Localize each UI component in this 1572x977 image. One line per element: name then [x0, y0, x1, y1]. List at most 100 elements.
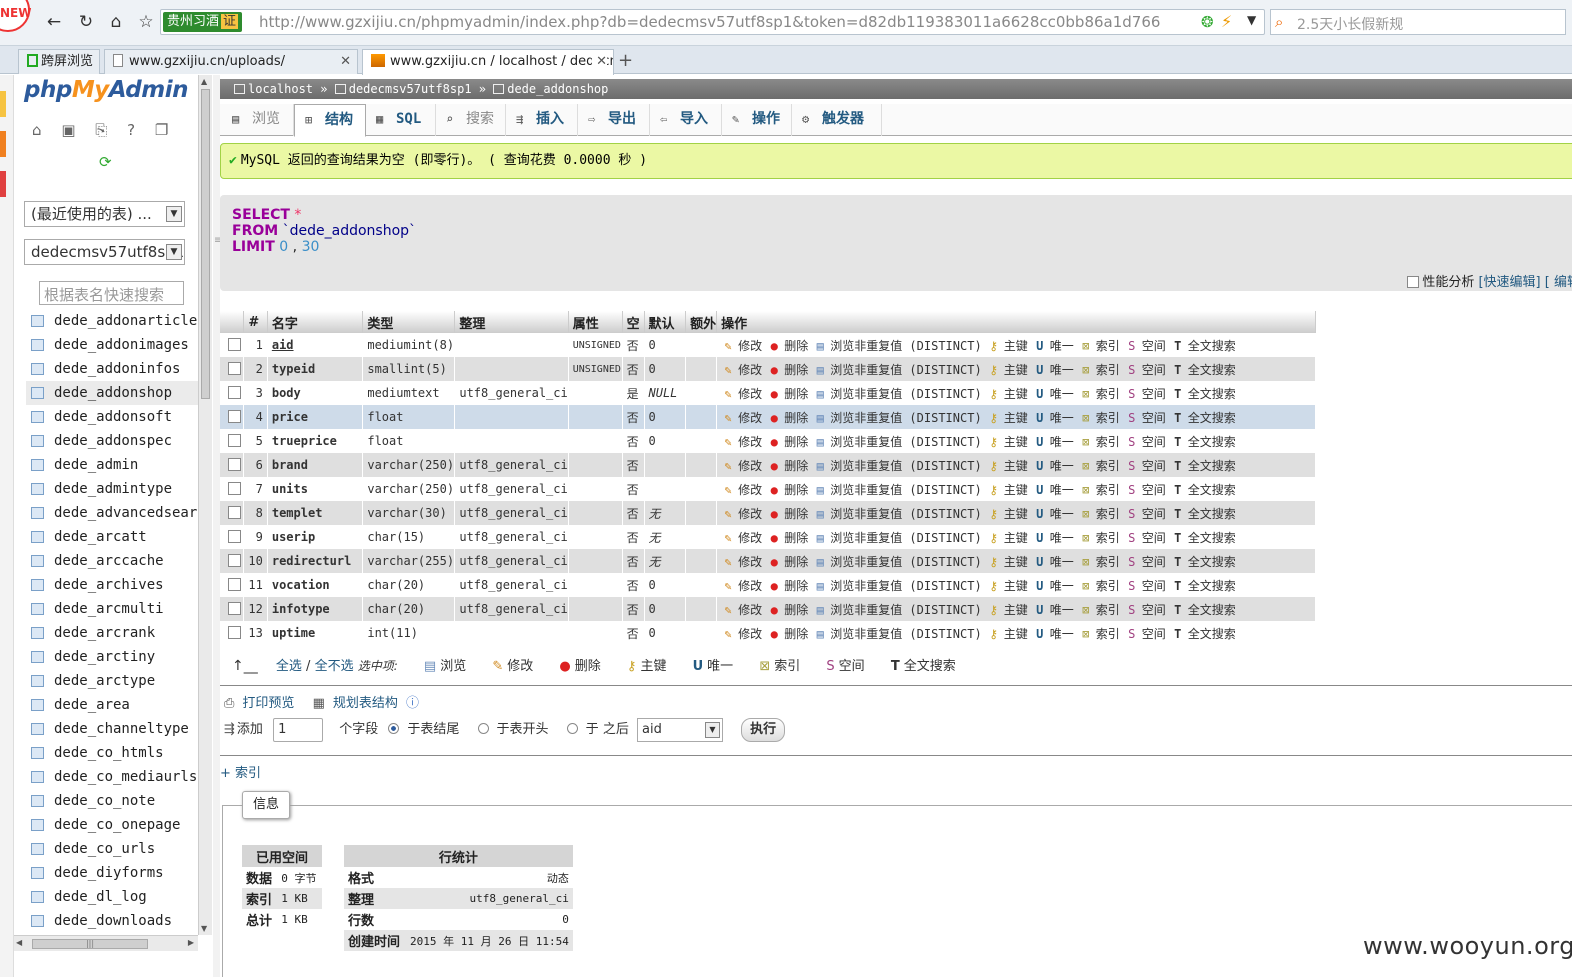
spatial-link[interactable]: S 空间	[1125, 577, 1166, 594]
home-icon[interactable]: ⌂	[32, 121, 42, 139]
row-checkbox[interactable]	[228, 410, 241, 423]
table-icon[interactable]	[31, 627, 44, 639]
spatial-link[interactable]: S 空间	[1125, 553, 1166, 570]
table-row[interactable]: 12 infotype char(20) utf8_general_ci 否 0 ✎ 修改 ● 删…	[220, 597, 1316, 621]
table-name[interactable]: dede_admin	[54, 457, 138, 473]
header-null[interactable]: 空	[622, 311, 645, 333]
bulk-primary-button[interactable]: 主键	[640, 659, 666, 674]
tab-browse[interactable]: ▤ 浏览	[222, 104, 294, 136]
edit-link[interactable]: ✎ 修改	[721, 433, 763, 450]
tab-insert[interactable]: ⇶ 插入	[506, 104, 578, 136]
table-icon[interactable]	[31, 603, 44, 615]
spatial-link[interactable]: S 空间	[1125, 385, 1166, 402]
after-radio[interactable]	[566, 723, 578, 734]
unique-link[interactable]: U 唯一	[1033, 361, 1074, 378]
index-link[interactable]: ⊠ 索引	[1079, 505, 1120, 522]
primary-link[interactable]: ⚷ 主键	[987, 625, 1027, 642]
table-row[interactable]: 3 body mediumtext utf8_general_ci 是 NULL ✎ 修改 ● 删…	[220, 381, 1316, 405]
table-list-item[interactable]: dede_advancedsearch	[26, 501, 198, 525]
table-list-item[interactable]: dede_addonsoft	[26, 405, 198, 429]
table-list-item[interactable]: dede_arcatt	[26, 525, 198, 549]
bulk-browse-button[interactable]: 浏览	[440, 659, 466, 674]
table-row[interactable]: 10 redirecturl varchar(255) utf8_general_ci…	[220, 549, 1316, 573]
index-link[interactable]: ⊠ 索引	[1079, 361, 1120, 378]
row-checkbox[interactable]	[228, 482, 241, 495]
table-list-item[interactable]: dede_channeltype	[26, 717, 198, 741]
breadcrumb-table[interactable]: dede_addonshop	[507, 82, 608, 96]
tab-triggers[interactable]: ⚙ 触发器	[792, 104, 882, 136]
table-list-item[interactable]: dede_arctiny	[26, 645, 198, 669]
lightning-icon[interactable]: ⚡	[1221, 12, 1232, 31]
index-link[interactable]: ⊠ 索引	[1079, 601, 1120, 618]
at-begin-radio[interactable]	[477, 723, 489, 734]
uncheck-all-link[interactable]: 全不选	[315, 659, 354, 674]
table-name[interactable]: dede_co_urls	[54, 841, 155, 857]
tab-cross-screen[interactable]: 跨屏浏览	[18, 49, 100, 74]
table-list-item[interactable]: dede_arccache	[26, 549, 198, 573]
table-list-item[interactable]: dede_addonarticle	[26, 309, 198, 333]
index-link[interactable]: ⊠ 索引	[1079, 529, 1120, 546]
table-name[interactable]: dede_downloads	[54, 913, 172, 929]
unique-link[interactable]: U 唯一	[1033, 409, 1074, 426]
tab-import[interactable]: ⇦ 导入	[650, 104, 722, 136]
edit-link[interactable]: ✎ 修改	[721, 457, 763, 474]
unique-link[interactable]: U 唯一	[1033, 625, 1074, 642]
table-row[interactable]: 4 price float 否 0 ✎ 修改 ● 删除 ▤ 浏览非重复值 (DISTINCT) ⚷ 主键…	[220, 405, 1316, 429]
table-icon[interactable]	[31, 339, 44, 351]
fulltext-link[interactable]: T 全文搜索	[1171, 433, 1236, 450]
sql-query-icon[interactable]: ⎘	[95, 121, 107, 139]
table-name[interactable]: dede_advancedsearch	[54, 505, 198, 521]
distinct-link[interactable]: ▤ 浏览非重复值 (DISTINCT)	[813, 385, 982, 402]
table-list-item[interactable]: dede_co_mediaurls	[26, 765, 198, 789]
bulk-unique-button[interactable]: 唯一	[707, 659, 733, 674]
table-name[interactable]: dede_co_note	[54, 793, 155, 809]
spatial-link[interactable]: S 空间	[1125, 433, 1166, 450]
table-row[interactable]: 5 trueprice float 否 0 ✎ 修改 ● 删除 ▤ 浏览非重复值 (DISTINCT…	[220, 429, 1316, 453]
bulk-spatial-button[interactable]: 空间	[839, 659, 865, 674]
index-link[interactable]: ⊠ 索引	[1079, 409, 1120, 426]
fulltext-link[interactable]: T 全文搜索	[1171, 601, 1236, 618]
table-list-item[interactable]: dede_arctype	[26, 669, 198, 693]
table-icon[interactable]	[31, 411, 44, 423]
url-bar[interactable]: 贵州习酒证 http://www.gzxijiu.cn/phpmyadmin/i…	[160, 9, 1265, 35]
star-icon[interactable]: ☆	[134, 11, 158, 33]
edit-link[interactable]: ✎ 修改	[721, 409, 763, 426]
row-checkbox[interactable]	[228, 626, 241, 639]
table-list-item[interactable]: dede_admintype	[26, 477, 198, 501]
table-list-item[interactable]: dede_archives	[26, 573, 198, 597]
index-link[interactable]: ⊠ 索引	[1079, 553, 1120, 570]
index-link[interactable]: ⊠ 索引	[1079, 457, 1120, 474]
distinct-link[interactable]: ▤ 浏览非重复值 (DISTINCT)	[813, 601, 982, 618]
nav-horizontal-scrollbar[interactable]: ◀ ||| ▶	[14, 935, 198, 951]
print-view-link[interactable]: 打印预览	[242, 696, 294, 711]
table-icon[interactable]	[31, 387, 44, 399]
header-default[interactable]: 默认	[644, 311, 687, 333]
refresh-green-icon[interactable]: ❂	[1201, 13, 1214, 31]
table-name[interactable]: dede_arcatt	[54, 529, 147, 545]
inline-edit-link[interactable]: [快速编辑]	[1478, 275, 1540, 290]
table-list-item[interactable]: dede_downloads	[26, 909, 198, 933]
exit-icon[interactable]: ▣	[61, 121, 75, 139]
scroll-up-icon[interactable]: ▲	[201, 77, 207, 86]
after-field-select[interactable]: aid ▼	[636, 717, 723, 742]
table-icon[interactable]	[31, 867, 44, 879]
primary-link[interactable]: ⚷ 主键	[987, 601, 1027, 618]
distinct-link[interactable]: ▤ 浏览非重复值 (DISTINCT)	[813, 505, 982, 522]
unique-link[interactable]: U 唯一	[1033, 553, 1074, 570]
pma-logo[interactable]: phpMyAdmin	[24, 77, 188, 103]
close-icon[interactable]: ✕	[340, 50, 351, 73]
propose-structure-link[interactable]: 规划表结构	[333, 696, 398, 711]
primary-link[interactable]: ⚷ 主键	[987, 577, 1027, 594]
distinct-link[interactable]: ▤ 浏览非重复值 (DISTINCT)	[813, 409, 982, 426]
table-list-item[interactable]: dede_arcrank	[26, 621, 198, 645]
distinct-link[interactable]: ▤ 浏览非重复值 (DISTINCT)	[813, 361, 982, 378]
table-name[interactable]: dede_channeltype	[54, 721, 189, 737]
scroll-right-icon[interactable]: ▶	[188, 938, 194, 947]
drop-link[interactable]: ● 删除	[767, 457, 809, 474]
table-list-item[interactable]: dede_co_urls	[26, 837, 198, 861]
table-icon[interactable]	[31, 699, 44, 711]
unique-link[interactable]: U 唯一	[1033, 601, 1074, 618]
breadcrumb-db[interactable]: dedecmsv57utf8sp1	[349, 82, 472, 96]
row-checkbox[interactable]	[228, 578, 241, 591]
table-icon[interactable]	[31, 747, 44, 759]
